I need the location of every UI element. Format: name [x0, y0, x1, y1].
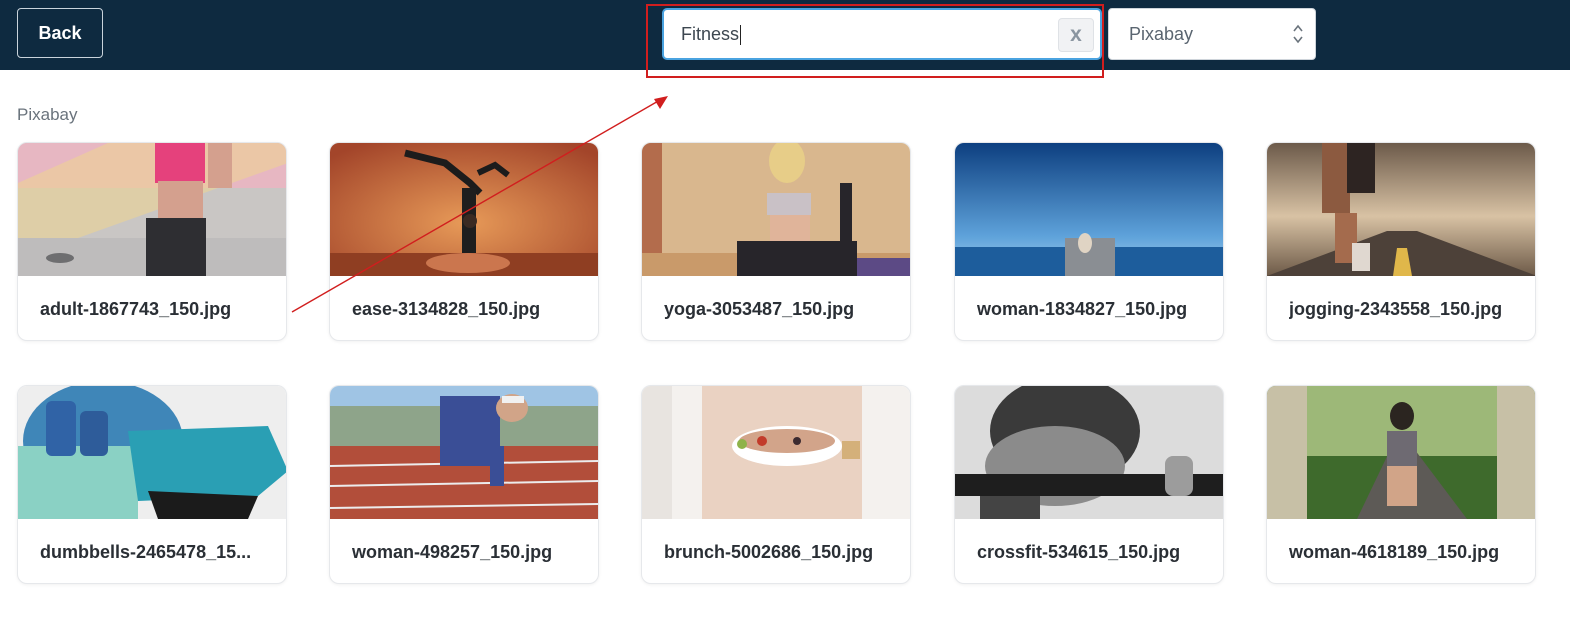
image-card[interactable]: brunch-5002686_150.jpg	[641, 385, 911, 584]
image-filename: adult-1867743_150.jpg	[40, 299, 232, 319]
image-filename: brunch-5002686_150.jpg	[664, 542, 874, 562]
image-thumbnail	[18, 386, 286, 519]
image-filename: ease-3134828_150.jpg	[352, 299, 541, 319]
image-card[interactable]: crossfit-534615_150.jpg	[954, 385, 1224, 584]
section-label: Pixabay	[17, 105, 78, 124]
clear-search-button[interactable]: x	[1058, 18, 1094, 52]
search-input[interactable]: Fitness	[664, 10, 1044, 58]
image-filename: crossfit-534615_150.jpg	[977, 542, 1181, 562]
image-card[interactable]: woman-4618189_150.jpg	[1266, 385, 1536, 584]
back-button[interactable]: Back	[17, 8, 103, 58]
image-thumbnail	[1267, 386, 1535, 519]
image-filename: jogging-2343558_150.jpg	[1289, 299, 1503, 319]
image-thumbnail	[955, 143, 1223, 276]
text-caret	[740, 25, 741, 45]
image-card[interactable]: ease-3134828_150.jpg	[329, 142, 599, 341]
search-field[interactable]: Fitness x	[662, 8, 1102, 60]
image-card[interactable]: yoga-3053487_150.jpg	[641, 142, 911, 341]
chevron-updown-icon	[1293, 24, 1303, 44]
image-filename: woman-4618189_150.jpg	[1289, 542, 1500, 562]
image-card[interactable]: woman-498257_150.jpg	[329, 385, 599, 584]
source-select[interactable]: Pixabay	[1108, 8, 1316, 60]
image-card[interactable]: dumbbells-2465478_15...	[17, 385, 287, 584]
top-bar: Back Fitness x Pixabay	[0, 0, 1570, 70]
image-thumbnail	[642, 386, 910, 519]
source-select-value: Pixabay	[1129, 23, 1194, 44]
image-thumbnail	[18, 143, 286, 276]
image-card[interactable]: woman-1834827_150.jpg	[954, 142, 1224, 341]
image-thumbnail	[1267, 143, 1535, 276]
image-filename: dumbbells-2465478_15...	[40, 542, 252, 562]
image-card[interactable]: jogging-2343558_150.jpg	[1266, 142, 1536, 341]
image-thumbnail	[955, 386, 1223, 519]
image-thumbnail	[330, 143, 598, 276]
image-filename: yoga-3053487_150.jpg	[664, 299, 855, 319]
image-filename: woman-498257_150.jpg	[352, 542, 553, 562]
image-filename: woman-1834827_150.jpg	[977, 299, 1188, 319]
image-thumbnail	[330, 386, 598, 519]
image-thumbnail	[642, 143, 910, 276]
image-card[interactable]: adult-1867743_150.jpg	[17, 142, 287, 341]
